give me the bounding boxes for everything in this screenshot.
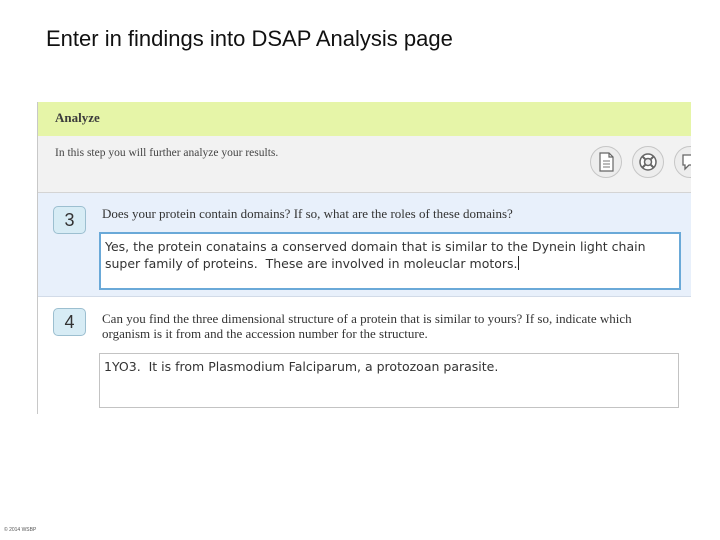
comment-button[interactable] — [674, 146, 691, 178]
lifebuoy-icon — [639, 153, 657, 171]
analyze-header: Analyze — [38, 102, 691, 136]
answer-text: 1YO3. It is from Plasmodium Falciparum, … — [104, 359, 499, 374]
question-number-badge: 4 — [53, 308, 86, 336]
question-number-badge: 3 — [53, 206, 86, 234]
intro-section: In this step you will further analyze yo… — [38, 136, 691, 193]
slide-title: Enter in findings into DSAP Analysis pag… — [46, 26, 453, 51]
text-cursor — [517, 256, 519, 270]
question-3-answer-field[interactable]: Yes, the protein conatains a conserved d… — [99, 232, 681, 290]
question-4-row: 4 Can you find the three dimensional str… — [38, 297, 691, 414]
speech-bubble-icon — [682, 154, 691, 171]
question-3-text: Does your protein contain domains? If so… — [102, 206, 513, 221]
question-4-answer-field[interactable]: 1YO3. It is from Plasmodium Falciparum, … — [99, 353, 679, 408]
dsap-analysis-screenshot: Analyze In this step you will further an… — [37, 102, 691, 414]
question-4-text: Can you find the three dimensional struc… — [102, 311, 632, 341]
header-title: Analyze — [55, 110, 100, 125]
answer-text: Yes, the protein conatains a conserved d… — [105, 239, 650, 271]
help-button[interactable] — [632, 146, 664, 178]
document-icon — [599, 152, 614, 172]
copyright-footer: © 2014 WSBP — [4, 527, 37, 533]
document-button[interactable] — [590, 146, 622, 178]
intro-text: In this step you will further analyze yo… — [55, 147, 279, 159]
question-3-row: 3 Does your protein contain domains? If … — [38, 193, 691, 297]
